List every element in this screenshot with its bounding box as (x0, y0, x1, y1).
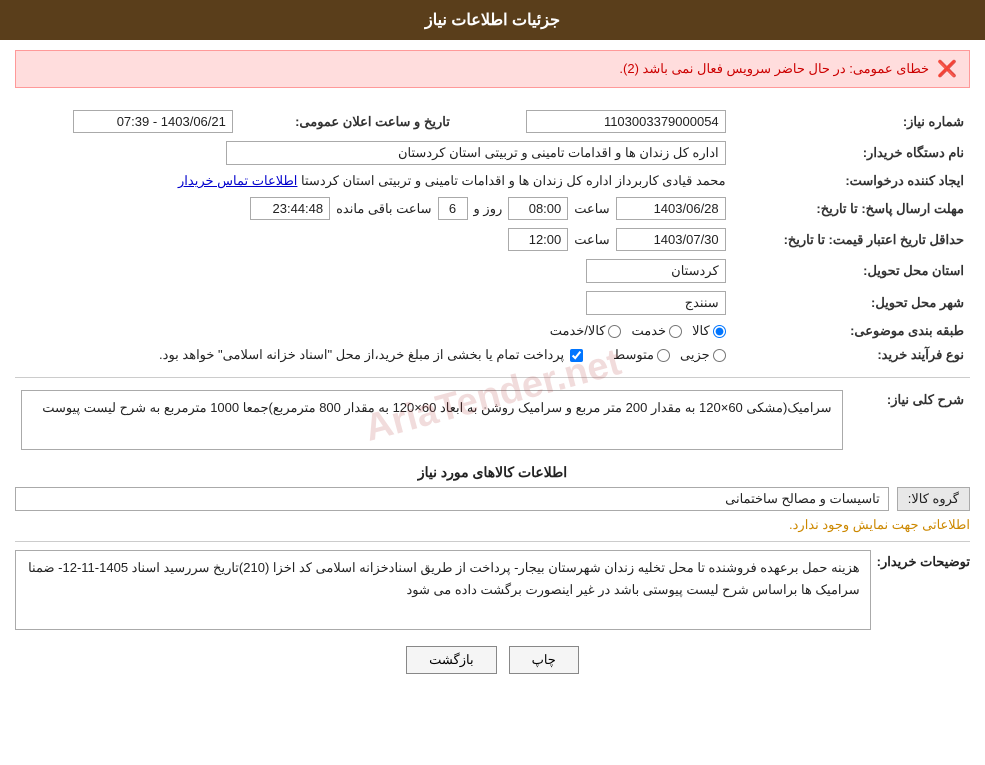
price-deadline-row: حداقل تاریخ اعتبار قیمت: تا تاریخ: 1403/… (15, 224, 970, 255)
need-desc-value: سرامیک(مشکی 60×120 به مقدار 200 متر مربع… (15, 386, 849, 454)
process-jozi-label: جزیی (680, 347, 710, 363)
process-radio-group: جزیی متوسط پرداخت تمام یا بخشی از مبلغ خ… (21, 347, 726, 363)
back-button[interactable]: بازگشت (406, 646, 496, 674)
price-deadline-time-input: 12:00 (508, 228, 568, 251)
buyer-desc-label: توضیحات خریدار: (877, 550, 970, 570)
creator-link[interactable]: اطلاعات تماس خریدار (178, 173, 297, 188)
process-jozi-radio[interactable] (713, 349, 726, 362)
city-label: شهر محل تحویل: (732, 287, 970, 319)
page-title: جزئیات اطلاعات نیاز (425, 12, 560, 29)
province-value: کردستان (15, 255, 732, 287)
need-desc-table: شرح کلی نیاز: سرامیک(مشکی 60×120 به مقدا… (15, 386, 970, 454)
process-motavasset-radio[interactable] (657, 349, 670, 362)
category-khadamat-label: خدمت (631, 323, 666, 339)
buyer-name-value: اداره کل زندان ها و اقدامات تامینی و ترب… (15, 137, 732, 169)
goods-group-row: گروه کالا: تاسیسات و مصالح ساختمانی (15, 487, 970, 511)
process-motavasset-label: متوسط (613, 347, 654, 363)
category-kala-radio[interactable] (713, 325, 726, 338)
need-number-value: 1103003379000054 (456, 106, 732, 137)
process-value: جزیی متوسط پرداخت تمام یا بخشی از مبلغ خ… (15, 343, 732, 367)
buyer-name-row: نام دستگاه خریدار: اداره کل زندان ها و ا… (15, 137, 970, 169)
deadline-value: 1403/06/28 ساعت 08:00 روز و 6 ساعت باقی … (15, 193, 732, 224)
category-radio-group: کالا خدمت کالا/خدمت (21, 323, 726, 339)
buyer-desc-row: توضیحات خریدار: هزینه حمل برعهده فروشنده… (15, 550, 970, 630)
checkbox-row: پرداخت تمام یا بخشی از مبلغ خرید،از محل … (159, 347, 583, 363)
deadline-remaining-input: 23:44:48 (250, 197, 330, 220)
price-deadline-time-label: ساعت (574, 232, 609, 248)
process-jozi: جزیی (680, 347, 726, 363)
creator-row: ایجاد کننده درخواست: محمد قیادی کاربرداز… (15, 169, 970, 193)
no-info-label: اطلاعاتی جهت نمایش وجود ندارد. (15, 517, 970, 533)
need-desc-box: سرامیک(مشکی 60×120 به مقدار 200 متر مربع… (21, 390, 843, 450)
goods-group-label: گروه کالا: (897, 487, 970, 511)
city-row: شهر محل تحویل: سنندج (15, 287, 970, 319)
date-value: 1403/06/21 - 07:39 (15, 106, 239, 137)
date-label: تاریخ و ساعت اعلان عمومی: (239, 106, 456, 137)
buyer-desc-box: هزینه حمل برعهده فروشنده تا محل تخلیه زن… (15, 550, 871, 630)
category-row: طبقه بندی موضوعی: کالا خدمت (15, 319, 970, 343)
category-kala: کالا (692, 323, 726, 339)
deadline-remaining-label: ساعت باقی مانده (336, 201, 431, 217)
deadline-date-input: 1403/06/28 (616, 197, 726, 220)
need-number-label: شماره نیاز: (732, 106, 970, 137)
info-table: شماره نیاز: 1103003379000054 تاریخ و ساع… (15, 106, 970, 367)
process-motavasset: متوسط (613, 347, 670, 363)
price-deadline-label: حداقل تاریخ اعتبار قیمت: تا تاریخ: (732, 224, 970, 255)
category-kala-khadamat: کالا/خدمت (550, 323, 622, 339)
category-value: کالا خدمت کالا/خدمت (15, 319, 732, 343)
category-khadamat-radio[interactable] (669, 325, 682, 338)
error-icon: ❌ (937, 59, 957, 79)
esnad-checkbox[interactable] (570, 349, 583, 362)
date-input: 1403/06/21 - 07:39 (73, 110, 233, 133)
category-khadamat: خدمت (631, 323, 682, 339)
category-label: طبقه بندی موضوعی: (732, 319, 970, 343)
province-label: استان محل تحویل: (732, 255, 970, 287)
city-input: سنندج (586, 291, 726, 315)
page-wrapper: جزئیات اطلاعات نیاز ❌ خطای عمومی: در حال… (0, 0, 985, 765)
province-input: کردستان (586, 259, 726, 283)
deadline-day-label: روز و (474, 201, 503, 217)
deadline-days-input: 6 (438, 197, 468, 220)
need-number-input: 1103003379000054 (526, 110, 726, 133)
deadline-time-input: 08:00 (508, 197, 568, 220)
creator-text: محمد قیادی کاربرداز اداره کل زندان ها و … (301, 173, 726, 188)
divider-1 (15, 377, 970, 378)
buyer-name-input: اداره کل زندان ها و اقدامات تامینی و ترب… (226, 141, 726, 165)
category-kala-khadamat-radio[interactable] (608, 325, 621, 338)
buttons-row: چاپ بازگشت (15, 646, 970, 674)
need-number-row: شماره نیاز: 1103003379000054 تاریخ و ساع… (15, 106, 970, 137)
deadline-row-inner: 1403/06/28 ساعت 08:00 روز و 6 ساعت باقی … (21, 197, 726, 220)
print-button[interactable]: چاپ (509, 646, 579, 674)
province-row: استان محل تحویل: کردستان (15, 255, 970, 287)
deadline-label: مهلت ارسال پاسخ: تا تاریخ: (732, 193, 970, 224)
buyer-name-label: نام دستگاه خریدار: (732, 137, 970, 169)
price-deadline-row-inner: 1403/07/30 ساعت 12:00 (21, 228, 726, 251)
error-message: خطای عمومی: در حال حاضر سرویس فعال نمی ب… (619, 61, 929, 77)
divider-2 (15, 541, 970, 542)
need-desc-label: شرح کلی نیاز: (849, 386, 970, 454)
checkbox-label: پرداخت تمام یا بخشی از مبلغ خرید،از محل … (159, 347, 564, 363)
deadline-time-label: ساعت (574, 201, 609, 217)
need-desc-row: شرح کلی نیاز: سرامیک(مشکی 60×120 به مقدا… (15, 386, 970, 454)
creator-value: محمد قیادی کاربرداز اداره کل زندان ها و … (15, 169, 732, 193)
main-content: AriaTender.net شماره نیاز: 1103003379000… (0, 98, 985, 694)
creator-label: ایجاد کننده درخواست: (732, 169, 970, 193)
price-deadline-date-input: 1403/07/30 (616, 228, 726, 251)
process-row: نوع فرآیند خرید: جزیی متوسط (15, 343, 970, 367)
price-deadline-value: 1403/07/30 ساعت 12:00 (15, 224, 732, 255)
process-label: نوع فرآیند خرید: (732, 343, 970, 367)
page-header: جزئیات اطلاعات نیاز (0, 0, 985, 40)
goods-group-value: تاسیسات و مصالح ساختمانی (15, 487, 889, 511)
category-kala-label: کالا (692, 323, 710, 339)
category-kala-khadamat-label: کالا/خدمت (550, 323, 606, 339)
goods-section-title: اطلاعات کالاهای مورد نیاز (15, 464, 970, 481)
city-value: سنندج (15, 287, 732, 319)
deadline-row: مهلت ارسال پاسخ: تا تاریخ: 1403/06/28 سا… (15, 193, 970, 224)
error-bar: ❌ خطای عمومی: در حال حاضر سرویس فعال نمی… (15, 50, 970, 88)
